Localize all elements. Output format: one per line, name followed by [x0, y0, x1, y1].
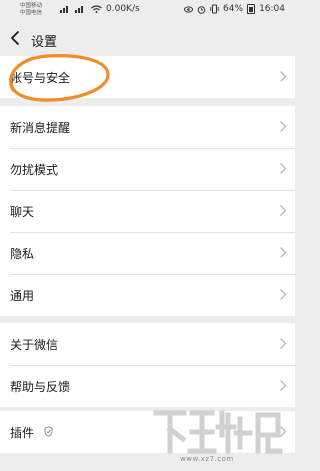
battery-percent: 64%: [223, 4, 244, 14]
settings-item-label: 新消息提醒: [10, 121, 71, 135]
chevron-right-icon: [280, 289, 287, 300]
settings-item-label: 插件: [10, 426, 35, 440]
carrier-1: 中国移动: [20, 3, 43, 9]
alarm-icon: [197, 5, 206, 14]
chevron-right-icon: [280, 247, 287, 258]
settings-item-about[interactable]: 关于微信: [0, 323, 295, 365]
chevron-right-icon: [280, 338, 287, 349]
chevron-right-icon: [280, 121, 287, 132]
page-title: 设置: [31, 35, 58, 50]
settings-item-label: 帮助与反馈: [10, 380, 71, 394]
battery-icon: [247, 4, 256, 14]
settings-item-general[interactable]: 通用: [0, 274, 295, 316]
settings-item-notifications[interactable]: 新消息提醒: [0, 106, 295, 148]
status-bar: 中国移动 中国电信 0.00K/s 64% 16:04: [0, 0, 295, 22]
signal-icon: [75, 6, 83, 13]
chevron-right-icon: [280, 163, 287, 174]
network-speed: 0.00K/s: [106, 4, 140, 14]
settings-item-label: 关于微信: [10, 338, 59, 352]
settings-item-label: 隐私: [10, 247, 35, 261]
settings-group-general: 新消息提醒 勿扰模式 聊天 隐私 通用: [0, 106, 295, 316]
chevron-right-icon: [280, 380, 287, 391]
chevron-right-icon: [280, 71, 287, 82]
settings-item-chat[interactable]: 聊天: [0, 190, 295, 232]
carrier-labels: 中国移动 中国电信: [20, 3, 42, 17]
title-bar: 设置: [0, 22, 295, 56]
watermark-site: www.xz7.com: [180, 455, 234, 463]
back-arrow-icon[interactable]: [8, 29, 24, 47]
shield-icon: [44, 426, 53, 437]
settings-item-do-not-disturb[interactable]: 勿扰模式: [0, 148, 295, 190]
carrier-2: 中国电信: [20, 10, 43, 16]
settings-item-account-security[interactable]: 帐号与安全: [0, 56, 295, 98]
settings-item-label: 聊天: [10, 205, 35, 219]
settings-item-help-feedback[interactable]: 帮助与反馈: [0, 365, 295, 407]
eye-icon: [184, 5, 194, 13]
wifi-icon: [91, 5, 102, 13]
chevron-right-icon: [280, 205, 287, 216]
vibrate-icon: [210, 4, 219, 14]
status-right: 64% 16:04: [184, 4, 285, 14]
clock: 16:04: [259, 4, 285, 14]
settings-item-label: 帐号与安全: [10, 71, 71, 85]
settings-item-label: 勿扰模式: [10, 163, 59, 177]
settings-group-account: 帐号与安全: [0, 56, 295, 98]
settings-item-privacy[interactable]: 隐私: [0, 232, 295, 274]
signal-icon: [60, 6, 68, 13]
settings-item-label: 通用: [10, 289, 35, 303]
settings-group-about: 关于微信 帮助与反馈: [0, 323, 295, 407]
